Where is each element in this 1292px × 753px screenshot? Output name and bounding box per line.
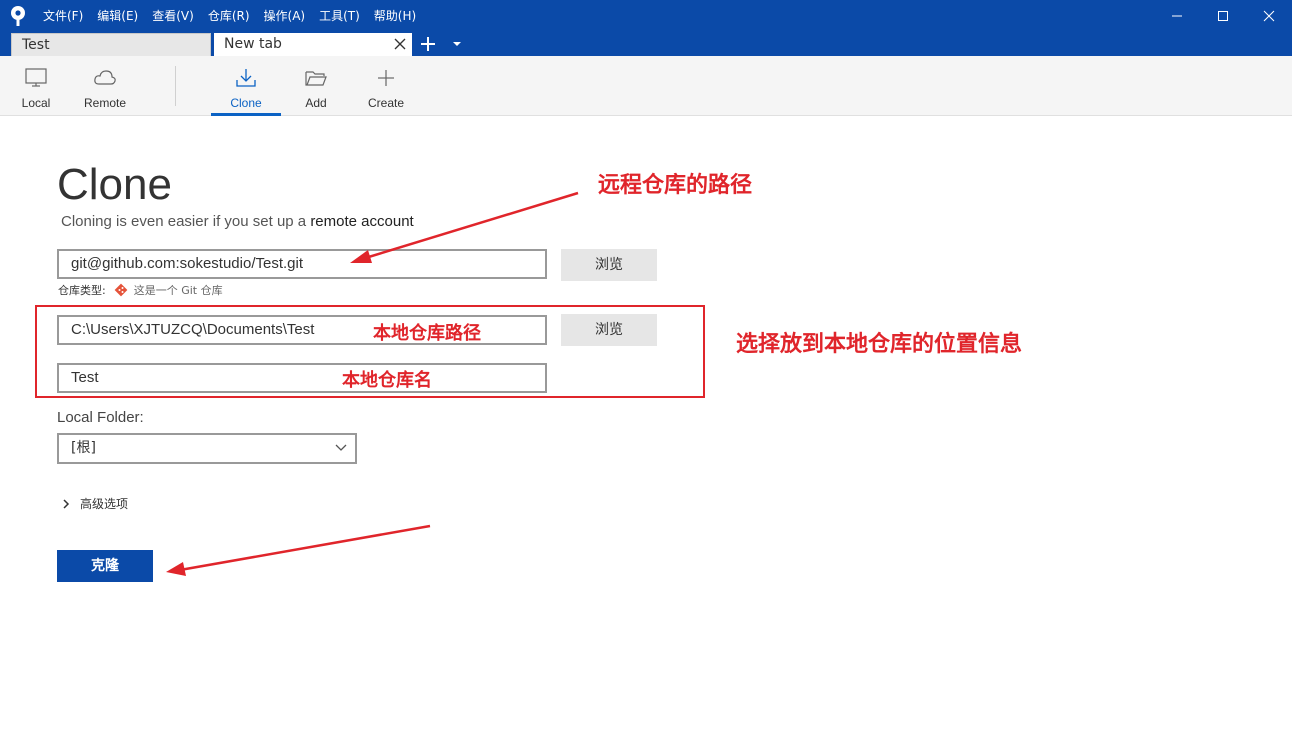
create-button[interactable]: Create [361, 56, 411, 116]
active-tab-indicator [211, 113, 281, 116]
monitor-icon [25, 68, 47, 87]
create-label: Create [367, 96, 405, 110]
menu-bar: 文件(F) 编辑(E) 查看(V) 仓库(R) 操作(A) 工具(T) 帮助(H… [36, 0, 423, 32]
tab-dropdown-icon[interactable] [450, 39, 464, 49]
minimize-icon [1172, 15, 1182, 17]
maximize-button[interactable] [1200, 0, 1246, 32]
tab-new-tab[interactable]: New tab [214, 33, 412, 56]
local-folder-value: [根] [71, 440, 96, 456]
remote-button[interactable]: Remote [78, 56, 132, 116]
download-icon [236, 69, 256, 87]
minimize-button[interactable] [1154, 0, 1200, 32]
advanced-options-toggle[interactable]: 高级选项 [62, 495, 128, 512]
repo-type-value: 这是一个 Git 仓库 [133, 284, 223, 297]
chevron-down-icon [335, 444, 347, 451]
cloud-icon [94, 70, 116, 85]
repo-type: 仓库类型: 这是一个 Git 仓库 [58, 282, 223, 298]
local-folder-select[interactable]: [根] [57, 433, 357, 464]
clone-tab-button[interactable]: Clone [211, 56, 281, 116]
clone-button[interactable]: 克隆 [57, 550, 153, 582]
folder-open-icon [305, 71, 327, 86]
menu-actions[interactable]: 操作(A) [257, 0, 313, 32]
local-folder-label: Local Folder: [57, 409, 144, 426]
annotation-remote-path: 远程仓库的路径 [598, 173, 753, 198]
subtitle: Cloning is even easier if you set up a r… [61, 213, 414, 230]
add-label: Add [305, 96, 327, 110]
git-logo-icon [114, 283, 128, 297]
annotation-arrow-clone [166, 524, 431, 576]
remote-account-link[interactable]: remote account [310, 213, 413, 230]
title-bar: 文件(F) 编辑(E) 查看(V) 仓库(R) 操作(A) 工具(T) 帮助(H… [0, 0, 1292, 32]
menu-tools[interactable]: 工具(T) [312, 0, 367, 32]
clone-label: Clone [230, 96, 262, 110]
toolbar-divider [175, 66, 176, 106]
remote-label: Remote [83, 96, 127, 110]
menu-help[interactable]: 帮助(H) [367, 0, 423, 32]
browse-source-button[interactable]: 浏览 [561, 249, 657, 281]
new-tab-plus-icon[interactable] [418, 35, 438, 53]
subtitle-text: Cloning is even easier if you set up a [61, 213, 311, 230]
advanced-options-label: 高级选项 [80, 497, 129, 511]
add-button[interactable]: Add [291, 56, 341, 116]
sourcetree-logo-icon [11, 6, 25, 26]
close-icon [1263, 10, 1275, 22]
source-url-input[interactable]: git@github.com:sokestudio/Test.git [57, 249, 547, 279]
menu-view[interactable]: 查看(V) [145, 0, 201, 32]
close-window-button[interactable] [1246, 0, 1292, 32]
local-label: Local [21, 96, 51, 110]
plus-icon [378, 70, 394, 86]
annotation-local-path: 本地仓库路径 [373, 323, 481, 344]
chevron-right-icon [63, 498, 70, 509]
annotation-select-location: 选择放到本地仓库的位置信息 [736, 332, 1023, 357]
menu-edit[interactable]: 编辑(E) [90, 0, 145, 32]
close-tab-icon[interactable] [394, 38, 406, 50]
toolbar: Local Remote Clone Add Create [0, 56, 1292, 116]
tab-label: New tab [224, 36, 282, 52]
page-title: Clone [57, 160, 172, 209]
tab-bar: Test New tab [0, 32, 1292, 56]
tab-test[interactable]: Test [11, 33, 211, 56]
repo-type-label: 仓库类型: [58, 284, 106, 297]
annotation-local-name: 本地仓库名 [342, 370, 432, 391]
local-button[interactable]: Local [14, 56, 58, 116]
maximize-icon [1218, 11, 1228, 21]
menu-repository[interactable]: 仓库(R) [201, 0, 257, 32]
menu-file[interactable]: 文件(F) [36, 0, 90, 32]
tab-label: Test [22, 37, 50, 53]
